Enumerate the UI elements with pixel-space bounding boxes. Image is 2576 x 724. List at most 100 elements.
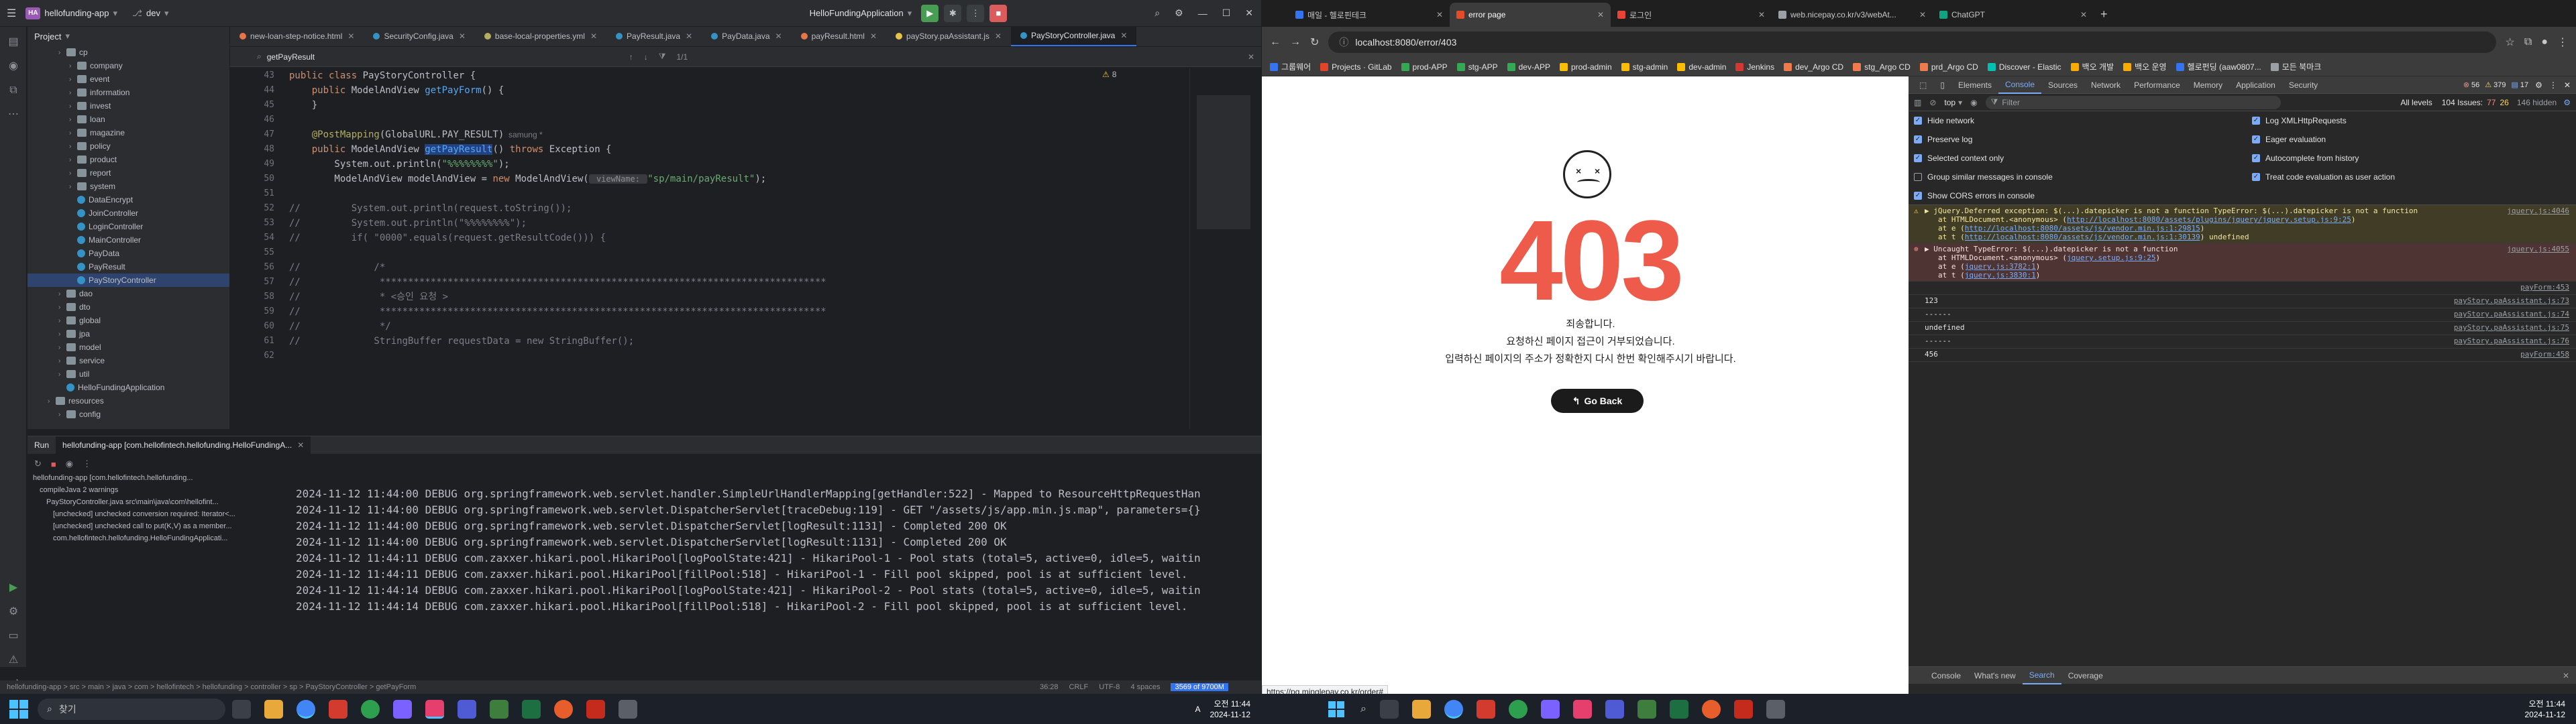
taskbar-clock[interactable]: 오전 11:44 2024-11-12	[1210, 699, 1251, 720]
more-icon[interactable]: ⋮	[2549, 80, 2557, 90]
stop-icon[interactable]: ■	[51, 459, 56, 469]
chrome-icon[interactable]	[1444, 699, 1463, 719]
close-icon[interactable]: ✕	[297, 440, 304, 450]
run-icon[interactable]: ▶	[921, 4, 939, 22]
source-link[interactable]: payForm:453	[2520, 283, 2569, 292]
stack-link[interactable]: jquery.js:3830:1	[1965, 271, 2036, 280]
bookmark-item[interactable]: stg-APP	[1456, 62, 1498, 72]
structure-tool-icon[interactable]: ⧉	[5, 82, 22, 99]
tree-item[interactable]: › config	[28, 408, 229, 421]
editor-tab[interactable]: PayResult.java ✕	[606, 26, 702, 46]
log-message[interactable]: undefined payStory.paAssistant.js:75	[1909, 322, 2576, 335]
setting-checkbox[interactable]: ✓ Preserve log	[1914, 130, 1972, 149]
tree-item[interactable]: PayResult	[28, 260, 229, 274]
tree-item[interactable]: HelloFundingApplication	[28, 381, 229, 394]
devtools-tab[interactable]: Application	[2229, 76, 2282, 94]
tree-item[interactable]: › util	[28, 367, 229, 381]
maximize-icon[interactable]: ☐	[1222, 7, 1231, 19]
devtools-tab[interactable]: Sources	[2041, 76, 2084, 94]
more-icon[interactable]: ⋮	[967, 4, 985, 22]
tree-item[interactable]: MainController	[28, 233, 229, 247]
excel-icon[interactable]	[1669, 699, 1688, 719]
browser-tab[interactable]: web.nicepay.co.kr/v3/webAt... ✕	[1772, 3, 1933, 27]
close-icon[interactable]: ✕	[347, 32, 354, 41]
setting-checkbox[interactable]: ✓ Hide network	[1914, 111, 1974, 130]
close-icon[interactable]: ✕	[2080, 10, 2087, 19]
extensions-icon[interactable]: ⧉	[2524, 36, 2532, 48]
run-config-selector[interactable]: HelloFundingApplication ▾	[810, 8, 912, 19]
devtools-tab[interactable]: Console	[1998, 76, 2042, 94]
bookmark-item[interactable]: stg-admin	[1621, 62, 1668, 72]
stack-link[interactable]: jquery.setup.js:9:25	[2067, 253, 2155, 262]
back-icon[interactable]: ←	[1270, 36, 1281, 48]
url-bar[interactable]: ⓘ localhost:8080/error/403	[1328, 32, 2496, 53]
editor-tab[interactable]: PayStoryController.java ✕	[1010, 26, 1137, 46]
error-message[interactable]: ⊗ ▶ Uncaught TypeError: $(...).datepicke…	[1909, 243, 2576, 282]
app-icon[interactable]	[619, 699, 637, 719]
build-tree-item[interactable]: [unchecked] unchecked call to put(K,V) a…	[28, 522, 296, 534]
app-icon[interactable]	[1733, 699, 1753, 719]
browser-tab[interactable]: ChatGPT ✕	[1933, 3, 2094, 27]
drawer-tab[interactable]: What's new	[1968, 667, 2023, 684]
line-separator[interactable]: CRLF	[1069, 683, 1089, 691]
tree-item[interactable]: › magazine	[28, 126, 229, 139]
minimap[interactable]	[1189, 68, 1260, 429]
tree-item[interactable]: › resources	[28, 394, 229, 408]
code-editor[interactable]: 43 44 45 46 47 48 49 50 51 52 53 54 55 56 57 58 59 60 61 62…	[230, 68, 1189, 429]
bookmark-star-icon[interactable]: ☆	[2506, 36, 2515, 49]
issues-label[interactable]: 104 Issues:	[2442, 98, 2483, 107]
tree-item[interactable]: › event	[28, 72, 229, 86]
stack-link[interactable]: http://localhost:8080/assets/js/vendor.m…	[1965, 233, 2200, 241]
bookmark-item[interactable]: stg_Argo CD	[1853, 62, 1911, 72]
bookmark-item[interactable]: dev-APP	[1507, 62, 1550, 72]
app-icon[interactable]	[361, 699, 380, 719]
drawer-tab[interactable]: Search	[2022, 667, 2061, 684]
setting-checkbox[interactable]: ✓ Selected context only	[1914, 149, 2004, 168]
close-icon[interactable]: ✕	[775, 32, 782, 41]
taskbar-clock[interactable]: 오전 11:44 2024-11-12	[2525, 699, 2566, 720]
chrome-icon[interactable]	[297, 699, 315, 719]
tree-item[interactable]: › model	[28, 341, 229, 354]
go-back-button[interactable]: ↰ Go Back	[1551, 389, 1644, 413]
app-icon[interactable]	[586, 699, 605, 719]
bookmark-item[interactable]: Jenkins	[1735, 62, 1774, 72]
console-output[interactable]: 2024-11-12 11:44:00 DEBUG org.springfram…	[296, 486, 1262, 674]
memory-indicator[interactable]: 3569 of 9700M	[1171, 683, 1228, 691]
setting-checkbox[interactable]: ✓ Treat code evaluation as user action	[2252, 168, 2395, 186]
bookmark-item[interactable]: 헬로펀딩 (aaw0807...	[2176, 61, 2261, 72]
profile-icon[interactable]: ●	[2541, 36, 2548, 48]
more-tools-icon[interactable]: ⋯	[5, 106, 22, 123]
ime-indicator[interactable]: A	[1195, 705, 1200, 714]
close-icon[interactable]: ✕	[1245, 7, 1253, 19]
task-view-icon[interactable]	[232, 699, 251, 719]
source-link[interactable]: payForm:458	[2520, 350, 2569, 359]
tree-item[interactable]: PayStoryController	[28, 274, 229, 287]
close-icon[interactable]: ✕	[2564, 80, 2571, 90]
commit-tool-icon[interactable]: ◉	[5, 58, 22, 75]
inspect-icon[interactable]: ⬚	[1913, 76, 1933, 94]
app-icon[interactable]	[1637, 699, 1656, 719]
inspection-widget[interactable]: ⚠ 8	[1102, 70, 1116, 79]
new-tab-icon[interactable]: +	[2100, 7, 2108, 21]
clear-console-icon[interactable]: ⊘	[1929, 98, 1936, 107]
more-icon[interactable]: ⋮	[83, 459, 91, 469]
bookmark-item[interactable]: prd_Argo CD	[1919, 62, 1978, 72]
intellij-icon[interactable]	[1572, 699, 1592, 719]
taskbar-search[interactable]: ⌕ 찾기	[38, 698, 225, 720]
gear-icon[interactable]: ⚙	[2563, 98, 2571, 107]
bookmark-item[interactable]: 그룹웨어	[1270, 61, 1311, 72]
cursor-position[interactable]: 36:28	[1040, 683, 1059, 691]
tree-item[interactable]: › global	[28, 314, 229, 327]
tree-item[interactable]: › report	[28, 166, 229, 180]
tree-item[interactable]: › system	[28, 180, 229, 193]
app-icon[interactable]	[1766, 699, 1785, 719]
breadcrumb[interactable]: hellofunding-app > src > main > java > c…	[7, 683, 879, 691]
rerun-icon[interactable]: ↻	[34, 459, 42, 469]
app-icon[interactable]	[554, 699, 573, 719]
editor-tab[interactable]: SecurityConfig.java ✕	[364, 26, 474, 46]
project-selector[interactable]: HA hellofunding-app ▾	[25, 7, 117, 19]
gear-icon[interactable]: ⚙	[2535, 80, 2542, 90]
log-message[interactable]: ------ payStory.paAssistant.js:76	[1909, 335, 2576, 349]
menu-icon[interactable]: ⋮	[2557, 36, 2568, 49]
code-content[interactable]: public class PayStoryController { public…	[289, 68, 1188, 349]
